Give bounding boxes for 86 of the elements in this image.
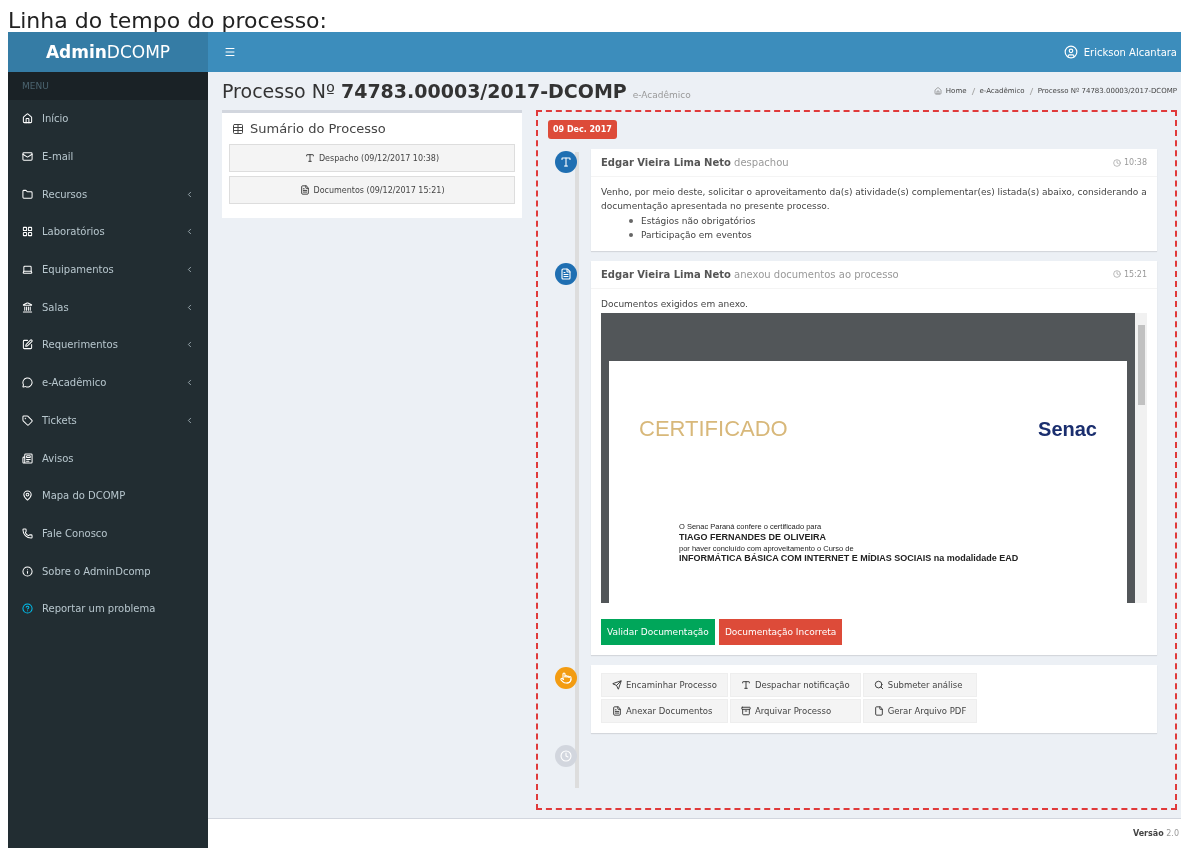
letter-icon	[560, 156, 572, 168]
sidebar-item[interactable]: e-Acadêmico	[8, 363, 208, 402]
sidebar-header: MENU	[8, 72, 208, 100]
dispatch-text: Venho, por meio deste, solicitar o aproveitamento da(s) atividade(s) complementar(es) listada(s) abaixo, considerando a documentação apresentada no presente processo.	[601, 186, 1147, 214]
sidebar-item[interactable]: Mapa do DCOMP	[8, 476, 208, 515]
tag-icon	[22, 414, 33, 426]
newspaper-icon	[22, 452, 33, 464]
phone-icon	[22, 527, 33, 539]
clock-icon	[560, 749, 572, 762]
letter-icon	[740, 679, 751, 690]
home-icon	[933, 87, 942, 95]
summary-button[interactable]: Despacho (09/12/2017 10:38)	[229, 144, 515, 172]
list-item: Participação em eventos	[641, 229, 752, 243]
certificate-text: TIAGO FERNANDES DE OLIVEIRA	[679, 531, 827, 544]
sidebar-item[interactable]: Recursos	[8, 175, 208, 214]
bullet-icon	[629, 218, 633, 223]
version-number: 2.0	[1165, 829, 1179, 838]
chevron-icon	[185, 265, 194, 275]
file-icon	[873, 705, 884, 716]
date-label: 09 Dec. 2017	[548, 120, 617, 139]
grid-icon	[22, 226, 33, 238]
sidebar-item[interactable]: Fale Conosco	[8, 514, 208, 553]
sidebar-item[interactable]: Salas	[8, 288, 208, 327]
menu-icon	[224, 46, 236, 58]
sidebar-item[interactable]: Equipamentos	[8, 250, 208, 289]
document-icon	[560, 267, 572, 280]
timeline-item-title: Edgar Vieira Lima Neto despachou	[601, 157, 789, 168]
document-icon	[612, 705, 622, 716]
table-icon	[232, 122, 244, 135]
bullet-icon	[629, 233, 633, 238]
send-icon	[612, 679, 622, 690]
chevron-icon	[185, 227, 194, 237]
pin-icon	[22, 490, 33, 502]
help-icon	[22, 603, 33, 615]
envelope-icon	[22, 151, 33, 163]
reject-button[interactable]: Documentação Incorreta	[718, 618, 843, 645]
list-item: Estágios não obrigatórios	[641, 214, 756, 228]
action-button[interactable]: Despachar notificação	[729, 672, 861, 697]
timeline-time: 15:21	[1112, 269, 1147, 279]
sidebar-item[interactable]: Requerimentos	[8, 326, 208, 364]
letter-icon	[304, 153, 315, 163]
chevron-icon	[185, 415, 194, 425]
scrollbar[interactable]	[1135, 312, 1147, 603]
action-button[interactable]: Gerar Arquivo PDF	[862, 698, 978, 723]
timeline-time: 10:38	[1112, 158, 1147, 167]
clock-icon	[1112, 158, 1121, 167]
chevron-icon	[185, 189, 194, 199]
search-icon	[873, 679, 884, 690]
edit-icon	[22, 339, 33, 351]
info-icon	[22, 565, 33, 577]
home-icon	[22, 113, 33, 125]
action-button[interactable]: Encaminhar Processo	[601, 672, 728, 697]
sidebar-item[interactable]: Avisos	[8, 439, 208, 477]
archive-icon	[740, 705, 751, 716]
sidebar-item[interactable]: E-mail	[8, 137, 208, 176]
sidebar-item[interactable]: Reportar um problema	[8, 589, 208, 628]
logo: Senac	[1038, 416, 1097, 442]
action-button[interactable]: Submeter análise	[862, 672, 978, 697]
chevron-icon	[185, 378, 194, 388]
version-label: Versão	[1132, 829, 1164, 838]
laptop-icon	[22, 264, 33, 276]
sidebar-item[interactable]: Sobre o AdminDcomp	[8, 552, 208, 590]
user-menu[interactable]: Erickson Alcantara	[1063, 45, 1181, 59]
clock-icon	[1112, 270, 1121, 279]
avatar-icon	[1063, 45, 1078, 59]
sidebar-item[interactable]: Início	[8, 100, 208, 138]
certificate-text: INFORMÁTICA BÁSICA COM INTERNET E MÍDIAS SOCIAIS na modalidade EAD	[679, 553, 1019, 565]
action-button[interactable]: Arquivar Processo	[729, 698, 861, 723]
folder-icon	[22, 188, 33, 200]
sidebar-item[interactable]: Laboratórios	[8, 213, 208, 251]
page-title: Processo Nº 74783.00003/2017-DCOMP e-Acadêmico	[222, 80, 691, 102]
certificate-title: CERTIFICADO	[639, 414, 788, 443]
chevron-icon	[185, 302, 194, 312]
attachment-note: Documentos exigidos em anexo.	[601, 297, 749, 311]
pointer-icon	[560, 671, 572, 684]
action-button[interactable]: Anexar Documentos	[601, 698, 728, 723]
summary-button[interactable]: Documentos (09/12/2017 15:21)	[229, 176, 515, 204]
caption: Linha do tempo do processo:	[7, 7, 328, 32]
app-logo[interactable]: AdminDCOMP	[8, 32, 208, 72]
panel-title: Sumário do Processo	[222, 113, 522, 144]
chat-icon	[22, 377, 33, 389]
bank-icon	[22, 301, 33, 313]
chevron-icon	[185, 340, 194, 350]
document-icon	[299, 185, 310, 195]
sidebar-item[interactable]: Tickets	[8, 401, 208, 440]
timeline-item-title: Edgar Vieira Lima Neto anexou documentos ao processo	[601, 268, 899, 280]
